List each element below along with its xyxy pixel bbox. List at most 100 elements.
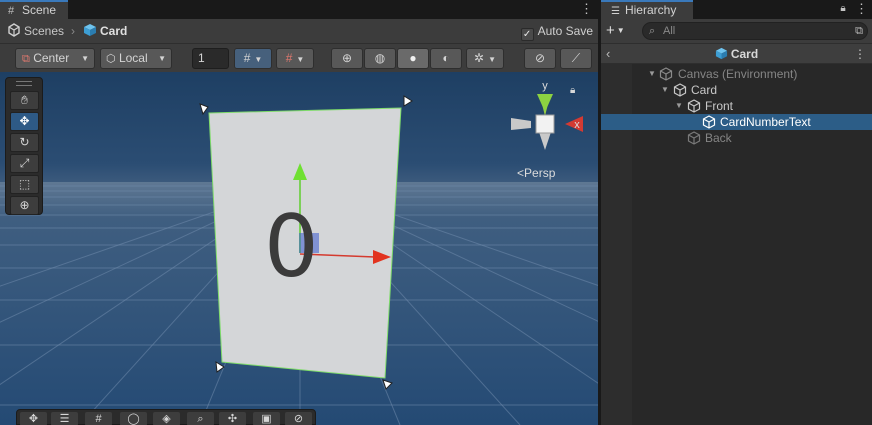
scale-icon: ⤢ bbox=[19, 156, 30, 170]
rect-tool-button[interactable]: ⬚ bbox=[10, 175, 39, 194]
shaded-wireframe-button[interactable]: ◍ bbox=[364, 48, 396, 69]
unlit-sphere-icon: ◐ bbox=[442, 51, 450, 65]
audio-muted-icon: ⊘ bbox=[534, 51, 546, 65]
tab-hierarchy[interactable]: ☰ Hierarchy bbox=[601, 0, 693, 19]
increment-snap-icon: # bbox=[285, 51, 293, 65]
expand-arrow-icon[interactable]: ▼ bbox=[660, 82, 670, 98]
overlay-toolbar: ✥ ☰ # ◯ ◈ ⌕ ✣ ▣ ⊘ bbox=[16, 409, 316, 425]
drag-handle-icon[interactable] bbox=[16, 81, 32, 86]
tree-item-card[interactable]: ▼ Card bbox=[601, 82, 872, 98]
auto-save-label: Auto Save bbox=[537, 24, 593, 38]
compass-icon: ⊘ bbox=[293, 413, 304, 425]
breadcrumb-separator-icon: › bbox=[71, 24, 75, 38]
gameobject-icon bbox=[702, 115, 716, 129]
chevron-down-icon: ▼ bbox=[254, 55, 263, 64]
persp-arrow-icon: < bbox=[517, 166, 525, 180]
overlay-compass-button[interactable]: ⊘ bbox=[285, 412, 312, 425]
scene-toolbar: ⧉ Center ▼ ⬡ Local ▼ 1 # ▼ # ▼ ⊕ ◍ ● ◐ ✲ ▼ bbox=[0, 43, 598, 72]
pivot-icon: ✣ bbox=[227, 413, 238, 425]
overlay-pivot-button[interactable]: ✣ bbox=[219, 412, 246, 425]
search-icon: ⌕ bbox=[649, 25, 656, 37]
gameobject-icon bbox=[659, 67, 673, 81]
grid-icon: # bbox=[95, 413, 102, 425]
breadcrumb-card[interactable]: Card bbox=[100, 22, 127, 40]
rotate-tool-button[interactable]: ↻ bbox=[10, 133, 39, 152]
plus-icon: + bbox=[606, 22, 615, 39]
view-tool-button[interactable]: ✋︎ bbox=[10, 91, 39, 110]
pivot-rotation-label: Local bbox=[118, 51, 148, 65]
transform-tool-button[interactable]: ⊕ bbox=[10, 196, 39, 215]
overlay-grid-button[interactable]: # bbox=[85, 412, 112, 425]
search-input[interactable]: ⌕ All ⧉ bbox=[642, 22, 868, 40]
local-cube-icon: ⬡ bbox=[106, 53, 116, 65]
audio-toggle-button[interactable]: ⊘ bbox=[524, 48, 556, 69]
scale-tool-button[interactable]: ⤢ bbox=[10, 154, 39, 173]
scene-viewport[interactable]: 0 y x 🔒︎ bbox=[0, 72, 598, 425]
tab-hierarchy-label: Hierarchy bbox=[624, 3, 677, 17]
overlay-settings-button[interactable]: ☰ bbox=[51, 412, 78, 425]
overlay-move-button[interactable]: ✥ bbox=[20, 412, 47, 425]
tree-item-label: Card bbox=[691, 83, 718, 97]
search-options-icon[interactable]: ⧉ bbox=[855, 23, 863, 39]
card-number-text[interactable]: 0 bbox=[264, 197, 319, 297]
debug-draw-mode-dropdown[interactable]: ✲ ▼ bbox=[466, 48, 504, 69]
header-menu-icon[interactable]: ⋮ bbox=[854, 44, 866, 64]
gameobject-icon bbox=[673, 83, 687, 97]
tree-item-label: Front bbox=[705, 99, 734, 113]
wireframe-shading-button[interactable]: ⊕ bbox=[331, 48, 363, 69]
effects-toggle-button[interactable]: ⟋ bbox=[560, 48, 592, 69]
unlit-button[interactable]: ◐ bbox=[430, 48, 462, 69]
rect-icon: ⬚ bbox=[18, 177, 31, 191]
pivot-rotation-dropdown[interactable]: ⬡ Local ▼ bbox=[100, 48, 172, 69]
tab-scene[interactable]: # Scene bbox=[0, 0, 68, 19]
tree-item-label: Canvas (Environment) bbox=[678, 67, 798, 81]
increment-snap-toggle[interactable]: # ▼ bbox=[276, 48, 314, 69]
create-button[interactable]: + ▼ bbox=[606, 22, 625, 40]
auto-save-checkbox[interactable]: ✓ bbox=[520, 28, 534, 41]
hierarchy-menu-icon[interactable]: ⋮ bbox=[855, 2, 868, 16]
scene-menu-icon[interactable]: ⋮ bbox=[580, 2, 593, 16]
snap-increment-field[interactable]: 1 bbox=[192, 48, 229, 69]
auto-save-toggle[interactable]: ✓ Auto Save bbox=[520, 22, 593, 41]
chevron-down-icon: ▼ bbox=[296, 55, 305, 64]
camera-icon: ▣ bbox=[261, 413, 272, 425]
lock-icon[interactable]: 🔒︎ bbox=[570, 85, 575, 96]
chevron-down-icon: ▼ bbox=[616, 26, 625, 35]
tools-overlay: ✋︎ ✥ ↻ ⤢ ⬚ ⊕ bbox=[5, 77, 43, 215]
tree-item-cardnumbertext[interactable]: CardNumberText bbox=[601, 114, 872, 130]
move-icon: ✥ bbox=[28, 413, 39, 425]
shaded-button[interactable]: ● bbox=[397, 48, 429, 69]
overlay-search-button[interactable]: ⌕ bbox=[187, 412, 214, 425]
hierarchy-panel: ☰ Hierarchy 🔒︎ ⋮ + ▼ ⌕ All ⧉ ‹ Card ⋮ ▼ … bbox=[601, 0, 872, 425]
expand-arrow-icon[interactable]: ▼ bbox=[674, 98, 684, 114]
hierarchy-tabbar: ☰ Hierarchy 🔒︎ ⋮ bbox=[601, 0, 872, 19]
bug-icon: ✲ bbox=[474, 51, 485, 65]
layers-icon: ◈ bbox=[162, 413, 171, 425]
tree-item-back[interactable]: Back bbox=[601, 130, 872, 146]
tree-item-front[interactable]: ▼ Front bbox=[601, 98, 872, 114]
tree-item-canvas[interactable]: ▼ Canvas (Environment) bbox=[601, 66, 872, 82]
lock-icon[interactable]: 🔒︎ bbox=[838, 2, 848, 16]
overlay-layers-button[interactable]: ◈ bbox=[153, 412, 180, 425]
overlay-camera-button[interactable]: ▣ bbox=[253, 412, 280, 425]
hand-icon: ✋︎ bbox=[21, 93, 28, 107]
shaded-sphere-icon: ● bbox=[409, 51, 417, 65]
scene-tabbar: # Scene ⋮ bbox=[0, 0, 598, 19]
pivot-mode-dropdown[interactable]: ⧉ Center ▼ bbox=[15, 48, 95, 69]
breadcrumb-scenes[interactable]: Scenes bbox=[24, 22, 64, 40]
rotate-icon: ↻ bbox=[19, 135, 30, 149]
overlay-orbit-button[interactable]: ◯ bbox=[120, 412, 147, 425]
breadcrumb: Scenes › Card ✓ Auto Save bbox=[0, 19, 598, 43]
hierarchy-tree: ▼ Canvas (Environment) ▼ Card ▼ Front Ca… bbox=[601, 64, 872, 425]
wireframe-sphere-icon: ⊕ bbox=[341, 51, 353, 65]
effects-icon: ⟋ bbox=[571, 51, 581, 65]
cube-icon bbox=[83, 22, 97, 40]
projection-label[interactable]: <Persp bbox=[517, 166, 555, 180]
gameobject-icon bbox=[687, 131, 701, 145]
unity-editor: # Scene ⋮ Scenes › Card ✓ Auto Save ⧉ Cent… bbox=[0, 0, 872, 425]
orbit-icon: ◯ bbox=[127, 413, 140, 425]
expand-arrow-icon[interactable]: ▼ bbox=[647, 66, 657, 82]
move-tool-button[interactable]: ✥ bbox=[10, 112, 39, 131]
grid-snap-toggle[interactable]: # ▼ bbox=[234, 48, 272, 69]
hierarchy-scene-title: Card bbox=[601, 44, 872, 64]
